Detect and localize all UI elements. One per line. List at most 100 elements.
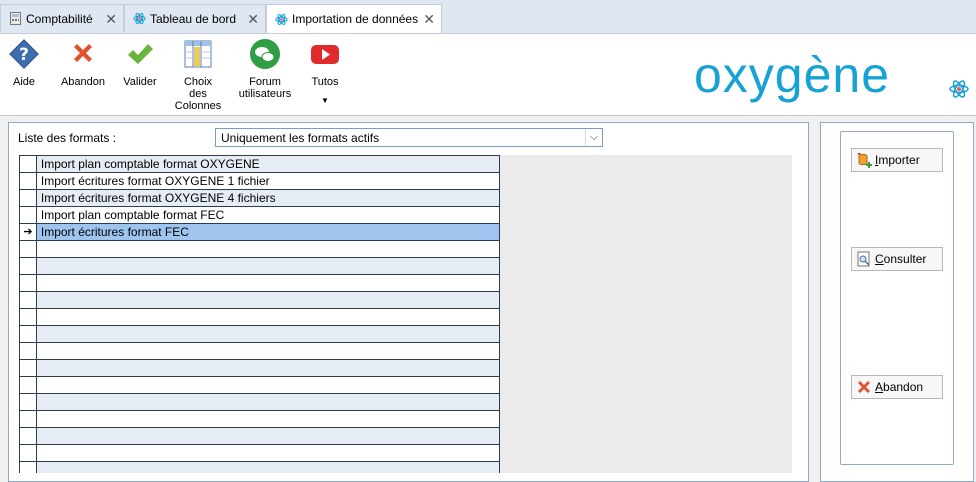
table-row[interactable]: Import écritures format OXYGENE 4 fichie… [19,189,501,207]
table-row [19,376,501,394]
row-indicator [19,274,37,292]
format-name-cell [35,444,501,462]
table-row[interactable]: ➔ Import écritures format FEC [19,223,501,241]
consulter-button[interactable]: Consulter [851,247,943,271]
format-name-cell [35,342,501,360]
format-name-cell[interactable]: Import écritures format FEC [35,223,501,241]
table-row [19,410,501,428]
table-row[interactable]: Import plan comptable format FEC [19,206,501,224]
tab-comptabilite[interactable]: Comptabilité ✕ [0,4,124,32]
table-row [19,325,501,343]
formats-table: Import plan comptable format OXYGENE Impo… [19,155,501,473]
forum-utilisateurs-button[interactable]: Forum utilisateurs [237,38,293,100]
tab-tableau-de-bord[interactable]: Tableau de bord ✕ [124,4,266,32]
format-name-cell [35,427,501,445]
row-indicator [19,461,37,473]
close-icon[interactable]: ✕ [423,11,435,28]
format-name-cell [35,257,501,275]
valider-button[interactable]: Valider [122,38,158,88]
row-indicator [19,155,37,173]
row-indicator [19,325,37,343]
format-name-cell [35,308,501,326]
format-name-cell [35,461,501,473]
row-indicator [19,257,37,275]
format-name-cell[interactable]: Import plan comptable format FEC [35,206,501,224]
row-indicator [19,393,37,411]
format-name-cell [35,359,501,377]
row-indicator [19,172,37,190]
row-indicator [19,410,37,428]
table-row [19,342,501,360]
forum-chat-icon [250,39,280,69]
importer-label: Importer [875,153,920,167]
cancel-x-icon [858,381,870,393]
format-name-cell [35,240,501,258]
calculator-icon [10,12,21,25]
tab-label: Comptabilité [26,11,93,26]
table-row [19,308,501,326]
table-row [19,393,501,411]
table-row [19,461,501,473]
tab-importation-de-donnees[interactable]: Importation de données ✕ [266,4,442,33]
help-icon: ? [9,39,39,69]
format-name-cell [35,274,501,292]
abandon-action-button[interactable]: Abandon [851,375,943,399]
formats-grid: Import plan comptable format OXYGENE Impo… [19,155,792,473]
atom-icon [275,13,288,25]
table-row [19,291,501,309]
tutos-label: Tutos [311,76,339,88]
forum-label-1: Forum [249,76,281,88]
tab-bar: Comptabilité ✕ Tableau de bord ✕ Importa… [0,0,976,34]
actions-group [840,131,954,465]
atom-logo-icon [949,80,969,98]
view-document-icon [857,251,870,267]
atom-icon [133,12,146,25]
youtube-play-icon [311,45,339,64]
columns-icon [184,40,212,68]
oxygene-logo: oxygène [694,47,891,103]
tab-label: Importation de données [292,12,419,26]
chevron-down-icon[interactable]: ⌵ [585,129,602,146]
formats-filter-value: Uniquement les formats actifs [221,131,380,145]
valider-label: Valider [123,76,157,88]
forum-label-2: utilisateurs [238,88,292,100]
table-row [19,427,501,445]
cancel-x-icon [74,44,92,62]
row-indicator-arrow-icon: ➔ [19,223,37,241]
close-icon[interactable]: ✕ [247,11,259,28]
dropdown-arrow-icon[interactable]: ▼ [321,95,329,107]
table-row [19,444,501,462]
tutos-button[interactable]: Tutos ▼ [307,38,343,107]
format-name-cell[interactable]: Import plan comptable format OXYGENE [35,155,501,173]
tab-label: Tableau de bord [150,11,237,26]
row-indicator [19,427,37,445]
row-indicator [19,359,37,377]
choix-label-1: Choix [183,76,213,88]
row-indicator [19,206,37,224]
table-row [19,257,501,275]
formats-list-label: Liste des formats : [18,131,117,145]
aide-button[interactable]: ? Aide [7,38,41,88]
row-indicator [19,444,37,462]
importer-button[interactable]: Importer [851,148,943,172]
svg-text:?: ? [19,45,29,65]
choix-label-3: Colonnes [174,100,222,112]
close-icon[interactable]: ✕ [105,11,117,28]
choix-des-colonnes-button[interactable]: Choix des Colonnes [175,38,221,112]
format-name-cell[interactable]: Import écritures format OXYGENE 1 fichie… [35,172,501,190]
row-indicator [19,308,37,326]
row-indicator [19,189,37,207]
format-name-cell [35,325,501,343]
table-row[interactable]: Import écritures format OXYGENE 1 fichie… [19,172,501,190]
import-database-icon [857,153,872,168]
formats-filter-select[interactable]: Uniquement les formats actifs ⌵ [215,128,603,147]
abandon-button[interactable]: Abandon [60,38,106,88]
choix-label-2: des [189,88,207,100]
row-indicator [19,291,37,309]
format-name-cell[interactable]: Import écritures format OXYGENE 4 fichie… [35,189,501,207]
aide-label: Aide [12,76,36,88]
toolbar: ? Aide Abandon Valider Choix des Colonne… [0,34,976,116]
row-indicator [19,240,37,258]
row-indicator [19,376,37,394]
table-row[interactable]: Import plan comptable format OXYGENE [19,155,501,173]
